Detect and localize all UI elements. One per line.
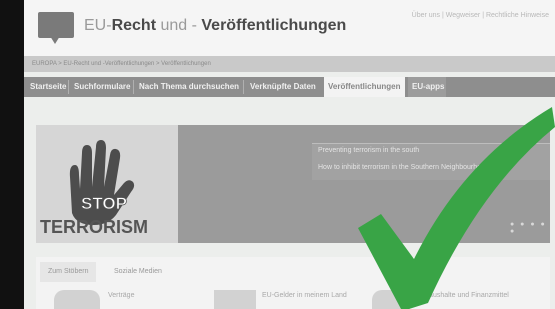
breadcrumb[interactable]: EUROPA > EU-Recht und -Veröffentlichunge… xyxy=(24,56,555,72)
nav-separator xyxy=(68,80,69,94)
card-label-eu-gelder[interactable]: EU-Gelder in meinem Land xyxy=(262,292,347,299)
terrorism-text: TERRORISM xyxy=(40,217,148,237)
tab-soziale-medien[interactable]: Soziale Medien xyxy=(106,262,170,282)
nav-item-startseite[interactable]: Startseite xyxy=(26,77,70,97)
site-title-dash: - xyxy=(191,17,202,34)
card-thumb-haushalte[interactable] xyxy=(372,290,410,309)
nav-item-verknuepfte-daten[interactable]: Verknüpfte Daten xyxy=(246,77,320,97)
page: EU-Recht und - Veröffentlichungen Über u… xyxy=(24,0,555,309)
tabs-area: Zum Stöbern Soziale Medien xyxy=(36,257,550,309)
card-label-haushalte[interactable]: Haushalte und Finanzmittel xyxy=(424,292,509,299)
nav-item-eu-apps[interactable]: EU-apps xyxy=(408,77,446,97)
nav-item-veroeffentlichungen[interactable]: Veröffentlichungen xyxy=(324,77,405,97)
site-title-publications: Veröffentlichungen xyxy=(201,17,347,34)
header: EU-Recht und - Veröffentlichungen Über u… xyxy=(24,0,555,56)
top-links[interactable]: Über uns | Wegweiser | Rechtliche Hinwei… xyxy=(412,12,549,19)
stop-text: STOP xyxy=(81,194,127,213)
nav-separator xyxy=(243,80,244,94)
site-title[interactable]: EU-Recht und - Veröffentlichungen xyxy=(84,17,346,35)
stop-terrorism-image[interactable]: STOP TERRORISM xyxy=(36,125,178,243)
card-label-vertraege[interactable]: Verträge xyxy=(108,292,134,299)
stop-terrorism-graphic: STOP TERRORISM xyxy=(40,140,148,237)
nav-separator xyxy=(133,80,134,94)
card-thumb-eu-gelder[interactable] xyxy=(214,290,256,309)
card-thumb-vertraege[interactable] xyxy=(54,290,100,309)
banner-caption[interactable]: Preventing terrorism in the south How to… xyxy=(312,143,550,180)
site-title-recht: Recht xyxy=(111,17,157,34)
caption-subtitle: How to inhibit terrorism in the Southern… xyxy=(318,164,489,171)
nav-item-themen[interactable]: Nach Thema durchsuchen xyxy=(135,77,243,97)
eu-flag-logo-tail xyxy=(50,36,60,44)
main-nav: Startseite Suchformulare Nach Thema durc… xyxy=(24,77,555,97)
site-title-prefix: EU- xyxy=(84,17,112,34)
caption-title: Preventing terrorism in the south xyxy=(318,147,420,154)
eu-flag-logo[interactable] xyxy=(38,12,74,38)
tab-zum-stoebern[interactable]: Zum Stöbern xyxy=(40,262,97,282)
nav-item-suchformulare[interactable]: Suchformulare xyxy=(70,77,134,97)
site-title-und: und xyxy=(156,17,192,34)
carousel-dots[interactable]: ● ● ● ● ● xyxy=(510,221,555,235)
